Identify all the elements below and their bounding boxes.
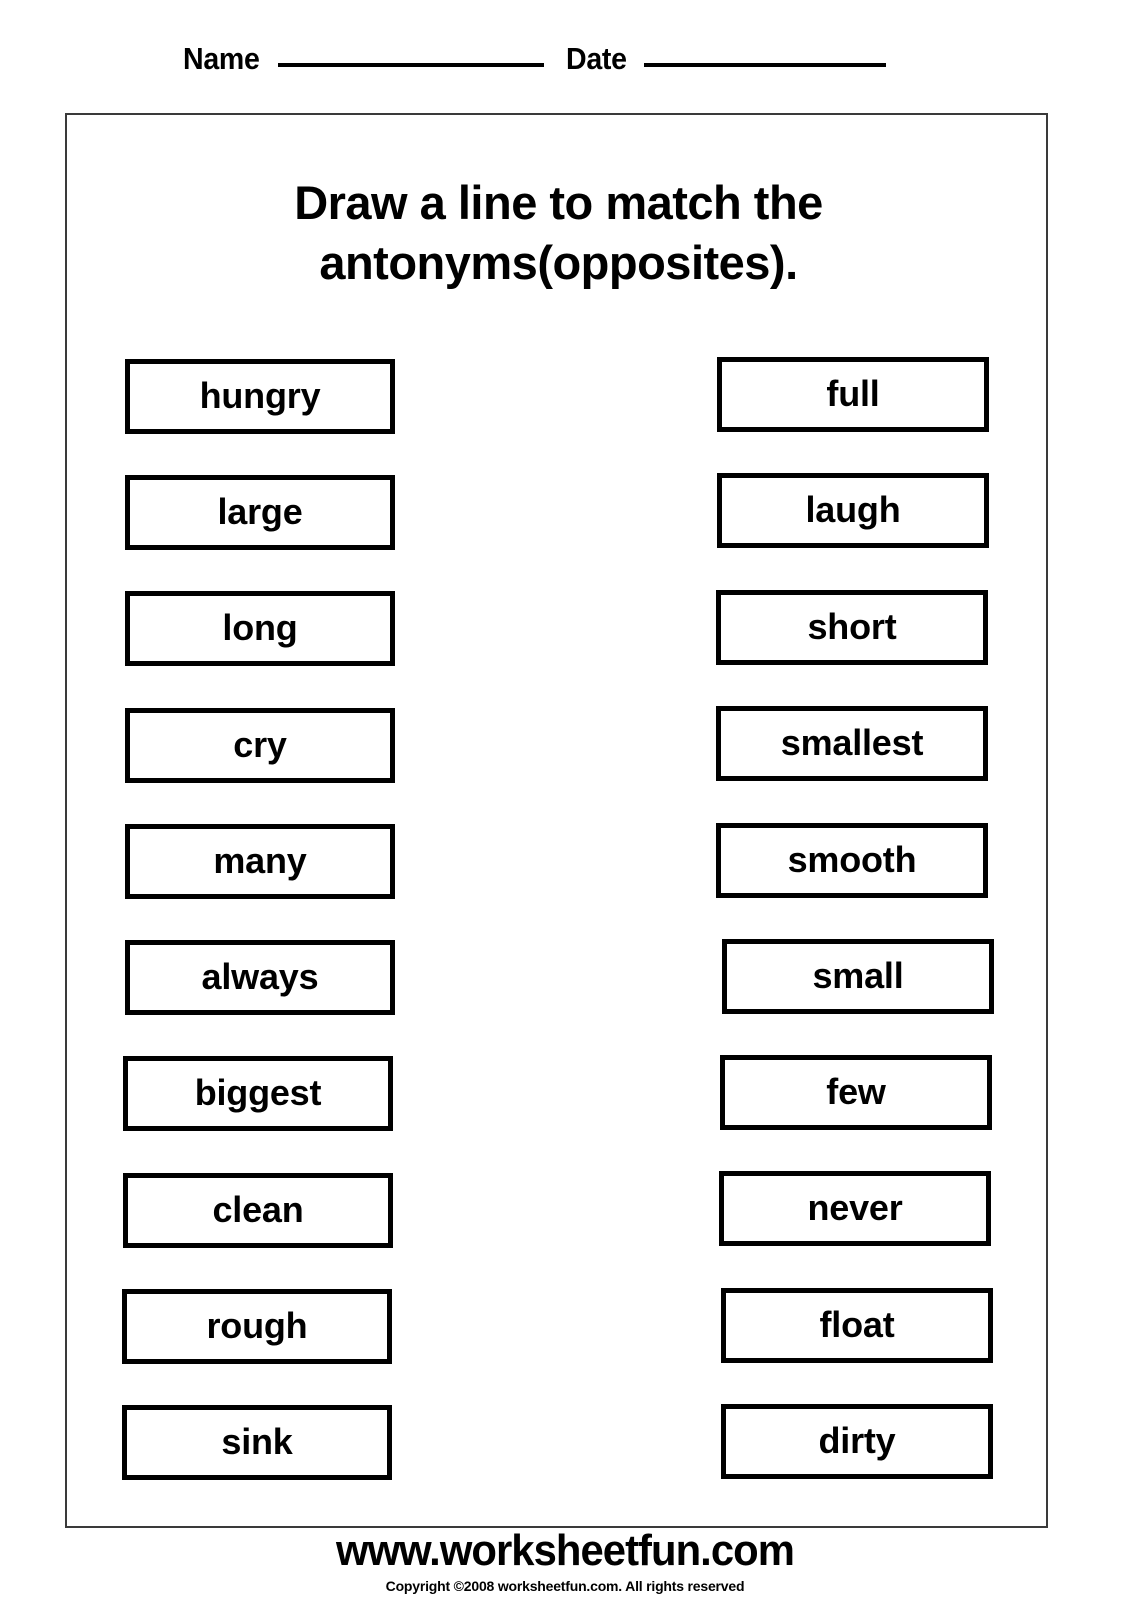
word-box-left-3[interactable]: long: [125, 591, 395, 666]
worksheet-header: Name Date: [0, 42, 1130, 92]
word-box-left-10[interactable]: sink: [122, 1405, 392, 1480]
word-label: small: [812, 954, 904, 996]
name-write-line[interactable]: [278, 63, 545, 67]
word-label: many: [213, 839, 307, 881]
date-write-line[interactable]: [644, 63, 886, 67]
footer-website: www.worksheetfun.com: [336, 1526, 795, 1575]
word-box-right-2[interactable]: laugh: [717, 473, 989, 548]
matching-columns: hungry large long cry many always bigges…: [67, 115, 1050, 1530]
word-box-right-9[interactable]: float: [721, 1288, 993, 1363]
word-box-right-6[interactable]: small: [722, 939, 994, 1014]
word-label: short: [807, 605, 897, 647]
word-box-left-1[interactable]: hungry: [125, 359, 395, 434]
word-box-right-3[interactable]: short: [716, 590, 988, 665]
word-box-left-8[interactable]: clean: [123, 1173, 393, 1248]
word-label: full: [826, 372, 880, 414]
word-label: few: [826, 1070, 886, 1112]
word-box-right-1[interactable]: full: [717, 357, 989, 432]
word-label: never: [807, 1186, 903, 1228]
word-label: clean: [212, 1188, 304, 1230]
word-label: laugh: [805, 488, 901, 530]
word-box-right-8[interactable]: never: [719, 1171, 991, 1246]
date-label: Date: [566, 41, 627, 76]
word-label: smooth: [787, 838, 917, 880]
word-box-right-4[interactable]: smallest: [716, 706, 988, 781]
word-box-right-5[interactable]: smooth: [716, 823, 988, 898]
word-label: large: [217, 490, 303, 532]
word-label: always: [201, 955, 319, 997]
word-label: biggest: [194, 1071, 322, 1113]
word-box-left-2[interactable]: large: [125, 475, 395, 550]
word-label: rough: [206, 1304, 308, 1346]
worksheet-footer: www.worksheetfun.com Copyright ©2008 wor…: [0, 1527, 1130, 1595]
name-field-group: Name: [183, 41, 545, 76]
word-label: long: [222, 606, 298, 648]
worksheet-frame: Draw a line to match the antonyms(opposi…: [65, 113, 1048, 1528]
name-label: Name: [183, 41, 260, 76]
word-box-left-7[interactable]: biggest: [123, 1056, 393, 1131]
word-label: dirty: [818, 1419, 896, 1461]
footer-copyright: Copyright ©2008 worksheetfun.com. All ri…: [385, 1578, 745, 1594]
word-label: sink: [221, 1420, 293, 1462]
word-box-left-6[interactable]: always: [125, 940, 395, 1015]
word-box-left-4[interactable]: cry: [125, 708, 395, 783]
date-field-group: Date: [566, 42, 886, 76]
word-box-right-7[interactable]: few: [720, 1055, 992, 1130]
word-box-right-10[interactable]: dirty: [721, 1404, 993, 1479]
word-label: float: [819, 1303, 895, 1345]
word-box-left-5[interactable]: many: [125, 824, 395, 899]
word-label: smallest: [780, 721, 924, 763]
word-label: hungry: [199, 374, 321, 416]
word-box-left-9[interactable]: rough: [122, 1289, 392, 1364]
word-label: cry: [233, 723, 287, 765]
